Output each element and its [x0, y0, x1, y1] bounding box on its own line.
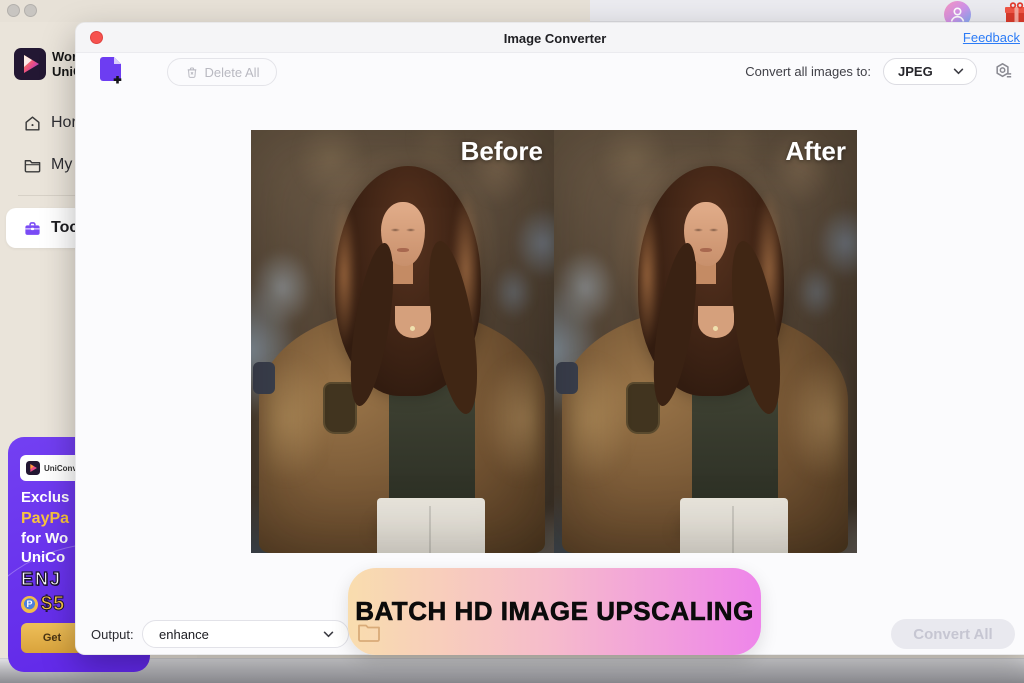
promo-badge-label: UniConv	[44, 463, 77, 473]
chevron-down-icon	[953, 68, 964, 75]
before-image: Before	[251, 130, 554, 553]
delete-all-label: Delete All	[204, 64, 260, 80]
uniconverter-logo-icon	[14, 48, 46, 80]
promo-text-block: Exclus PayPa for Wo UniCo ENJ P $5	[20, 487, 70, 617]
gear-icon	[996, 63, 1012, 78]
home-icon	[23, 114, 42, 133]
promo-brand-logo-icon	[26, 461, 40, 475]
convert-all-button[interactable]: Convert All	[891, 619, 1015, 649]
before-label: Before	[460, 136, 543, 166]
after-label: After	[785, 136, 846, 166]
add-file-icon	[100, 57, 122, 84]
chevron-down-icon	[323, 631, 334, 637]
output-folder-icon[interactable]	[357, 623, 381, 642]
photo-vignette	[251, 130, 554, 553]
output-value: enhance	[159, 626, 209, 642]
traffic-light-close-inactive[interactable]	[7, 4, 20, 17]
promo-line-3: for Wo	[21, 530, 69, 547]
convert-to-label: Convert all images to:	[745, 64, 871, 79]
sidebar-item-label: My	[51, 156, 73, 173]
upscaling-promo-text: BATCH HD IMAGE UPSCALING	[355, 596, 754, 627]
photo-vignette	[554, 130, 857, 553]
paypal-coin-icon: P	[21, 595, 38, 613]
screen: Wor UniC Hor My Toc UniConv Exclus PayPa…	[0, 0, 1024, 683]
image-converter-window: Image Converter Feedback Delete All Conv…	[75, 22, 1024, 655]
promo-line-4: UniCo	[21, 549, 66, 566]
promo-amount: $5	[40, 592, 66, 615]
feedback-link[interactable]: Feedback	[963, 30, 1020, 45]
format-settings-button[interactable]	[992, 60, 1015, 83]
desktop-strip	[0, 658, 1024, 683]
promo-enjoy-text: ENJ	[20, 568, 63, 589]
format-dropdown[interactable]: JPEG	[883, 58, 977, 85]
format-value: JPEG	[898, 64, 933, 79]
window-title: Image Converter	[503, 31, 607, 46]
traffic-light-minimize-inactive[interactable]	[24, 4, 37, 17]
promo-line-2: PayPa	[21, 510, 70, 527]
output-label: Output:	[91, 627, 134, 642]
delete-all-button[interactable]: Delete All	[167, 58, 277, 86]
window-titlebar: Image Converter Feedback	[76, 23, 1024, 53]
after-image: After	[554, 130, 857, 553]
toolbox-icon	[23, 219, 42, 238]
sidebar-item-label: Hor	[51, 114, 77, 131]
add-file-button[interactable]	[98, 56, 125, 85]
background-window-titlebar	[0, 0, 1024, 28]
trash-icon	[187, 67, 196, 78]
promo-line-1: Exclus	[21, 489, 70, 506]
promo-amount-row: P $5	[21, 591, 69, 617]
folder-icon	[23, 156, 42, 175]
upscaling-promo-ribbon: BATCH HD IMAGE UPSCALING	[348, 568, 761, 655]
promo-get-button[interactable]: Get	[21, 623, 83, 653]
output-dropdown[interactable]: enhance	[142, 620, 349, 648]
